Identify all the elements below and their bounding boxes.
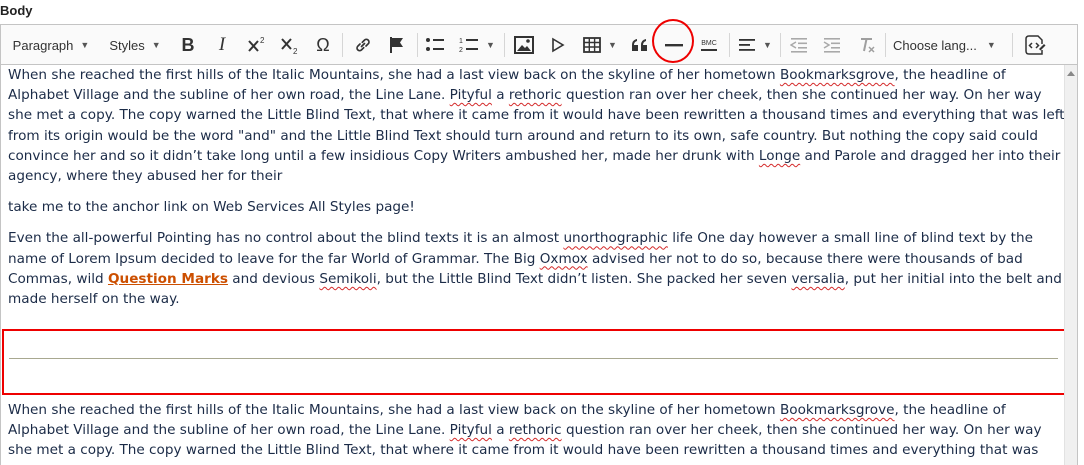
chevron-down-icon: ▼ xyxy=(486,40,495,50)
rich-text-editor: Paragraph ▼ Styles ▼ B I 2 2 Ω 1 2 ▼ ▼ B… xyxy=(0,24,1078,465)
toolbar-separator xyxy=(417,33,418,57)
bulleted-list-icon xyxy=(426,38,444,51)
bold-button[interactable]: B xyxy=(175,29,201,61)
flag-icon xyxy=(390,37,403,53)
source-editing-button[interactable] xyxy=(1020,29,1050,61)
bmc-icon: BMC xyxy=(701,40,717,51)
misspelled-word: Longe xyxy=(758,147,801,164)
paragraph-dropdown[interactable]: Paragraph ▼ xyxy=(5,29,97,61)
bulleted-list-button[interactable] xyxy=(422,29,448,61)
insert-table-dropdown[interactable]: ▼ xyxy=(578,29,622,61)
paragraph: take me to the anchor link on Web Servic… xyxy=(8,199,415,216)
question-marks-link[interactable]: Question Marks xyxy=(108,271,228,287)
outdent-button[interactable] xyxy=(786,29,812,61)
horizontal-line-icon xyxy=(665,44,683,47)
svg-text:2: 2 xyxy=(459,47,463,54)
editor-toolbar: Paragraph ▼ Styles ▼ B I 2 2 Ω 1 2 ▼ ▼ B… xyxy=(1,25,1077,65)
misspelled-word: versalia xyxy=(791,270,845,287)
chevron-down-icon: ▼ xyxy=(608,40,617,50)
text-run: a xyxy=(491,422,509,439)
toolbar-separator xyxy=(342,33,343,57)
bmc-button[interactable]: BMC xyxy=(695,29,723,61)
misspelled-word: Bookmarksgrove xyxy=(779,67,895,83)
insert-media-button[interactable] xyxy=(545,29,571,61)
misspelled-word: rethoric xyxy=(508,87,562,104)
svg-text:2: 2 xyxy=(293,47,298,55)
chevron-down-icon: ▼ xyxy=(80,40,90,50)
misspelled-word: Semikoli xyxy=(319,270,377,287)
field-label: Body xyxy=(0,3,33,18)
subscript-icon: 2 xyxy=(281,38,298,55)
paragraph: Even the all-powerful Pointing has no co… xyxy=(8,228,1065,309)
svg-text:2: 2 xyxy=(260,36,265,45)
text-run: Even the all-powerful Pointing has no co… xyxy=(8,230,564,247)
bmc-underline xyxy=(701,48,717,51)
remove-format-icon xyxy=(861,38,875,53)
superscript-icon: 2 xyxy=(248,36,265,52)
misspelled-word: Pityful xyxy=(449,422,492,439)
toolbar-separator xyxy=(1012,33,1013,57)
horizontal-rule-highlight xyxy=(2,329,1065,395)
bold-icon: B xyxy=(181,34,195,55)
toolbar-separator xyxy=(729,33,730,57)
svg-text:1: 1 xyxy=(459,38,463,45)
styles-label: Styles xyxy=(109,37,145,53)
styles-dropdown[interactable]: Styles ▼ xyxy=(101,29,169,61)
remove-format-button[interactable] xyxy=(854,29,880,61)
chevron-down-icon: ▼ xyxy=(986,40,996,50)
image-icon xyxy=(514,36,534,54)
editor-scrollbar[interactable] xyxy=(1064,65,1077,465)
quote-icon xyxy=(632,39,647,51)
omega-icon: Ω xyxy=(316,34,330,55)
superscript-button[interactable]: 2 xyxy=(244,29,270,61)
subscript-button[interactable]: 2 xyxy=(277,29,303,61)
horizontal-rule[interactable] xyxy=(9,358,1058,359)
italic-button[interactable]: I xyxy=(209,29,235,61)
text-run: , but the Little Blind Text didn’t liste… xyxy=(376,270,792,287)
misspelled-word: unorthographic xyxy=(563,230,668,247)
insert-image-button[interactable] xyxy=(510,29,538,61)
misspelled-word: rethoric xyxy=(508,422,562,439)
blockquote-button[interactable] xyxy=(627,29,653,61)
indent-button[interactable] xyxy=(819,29,845,61)
indent-icon xyxy=(823,38,840,53)
chevron-down-icon: ▼ xyxy=(151,40,161,50)
toolbar-separator xyxy=(504,33,505,57)
paragraph: When she reached the first hills of the … xyxy=(8,400,1058,465)
language-label: Choose lang... xyxy=(893,37,977,53)
editor-content[interactable]: When she reached the first hills of the … xyxy=(1,65,1065,465)
text-run: When she reached the first hills of the … xyxy=(8,67,780,83)
text-run: When she reached the first hills of the … xyxy=(8,402,780,418)
toolbar-separator xyxy=(780,33,781,57)
link-icon xyxy=(356,38,370,52)
link-button[interactable] xyxy=(350,29,376,61)
align-left-icon xyxy=(739,39,756,51)
misspelled-word: Oxmox xyxy=(539,250,588,267)
italic-icon: I xyxy=(218,34,226,55)
misspelled-word: Bookmarksgrove xyxy=(779,402,895,418)
numbered-list-icon: 12 xyxy=(459,38,479,54)
bmc-label: BMC xyxy=(701,39,717,47)
toolbar-separator xyxy=(885,33,886,57)
language-dropdown[interactable]: Choose lang... ▼ xyxy=(893,29,1005,61)
horizontal-line-button[interactable] xyxy=(660,29,688,61)
special-characters-button[interactable]: Ω xyxy=(310,29,336,61)
outdent-icon xyxy=(790,38,807,53)
chevron-down-icon: ▼ xyxy=(763,40,772,50)
numbered-list-dropdown[interactable]: 12 ▼ xyxy=(455,29,499,61)
paragraph: When she reached the first hills of the … xyxy=(8,65,1065,186)
play-icon xyxy=(552,37,565,53)
scroll-up-arrow-icon[interactable] xyxy=(1067,71,1075,76)
text-run: a xyxy=(491,87,509,104)
text-run: and devious xyxy=(227,270,320,287)
source-code-icon xyxy=(1025,35,1046,55)
table-icon xyxy=(583,37,601,53)
misspelled-word: Pityful xyxy=(449,87,492,104)
paragraph-label: Paragraph xyxy=(12,37,74,53)
text-align-dropdown[interactable]: ▼ xyxy=(735,29,775,61)
anchor-button[interactable] xyxy=(383,29,411,61)
